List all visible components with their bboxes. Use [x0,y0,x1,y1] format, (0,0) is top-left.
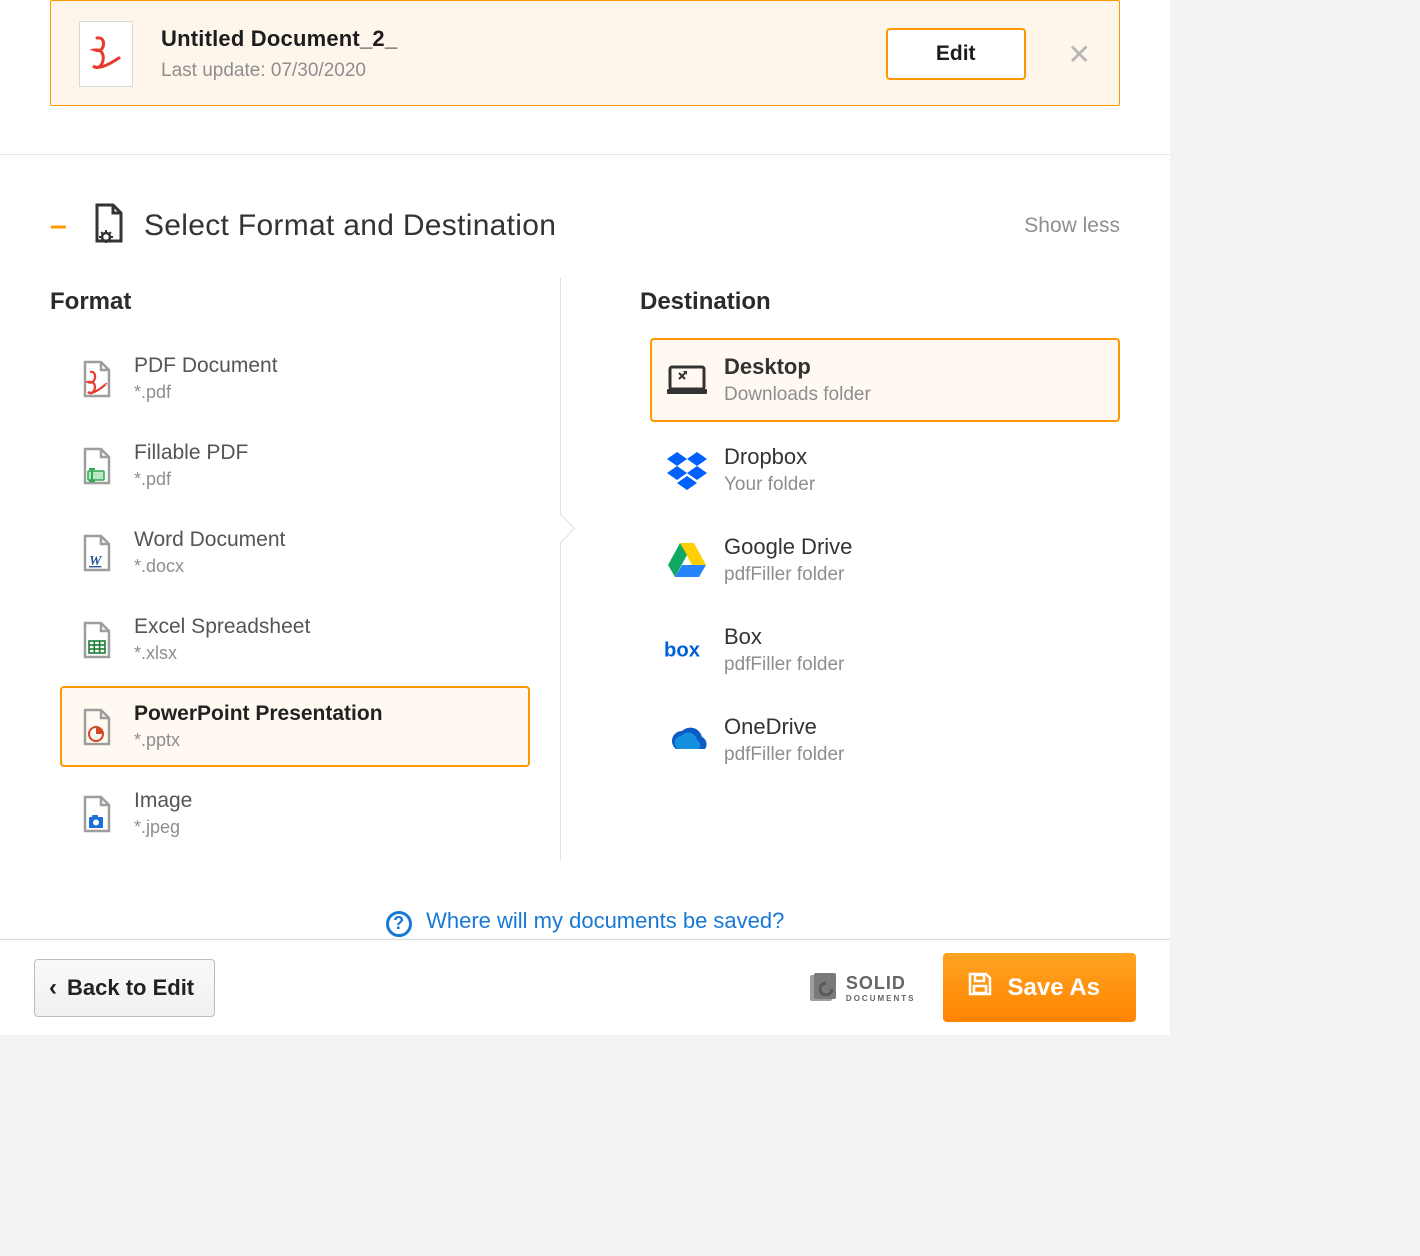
fillable-pdf-icon [74,447,120,485]
destination-option-desktop[interactable]: Desktop Downloads folder [650,338,1120,422]
back-to-edit-button[interactable]: ‹ Back to Edit [34,959,215,1017]
onedrive-icon [664,725,710,755]
close-icon[interactable]: ✕ [1068,38,1091,71]
destination-option-sub: pdfFiller folder [724,564,852,586]
destination-option-label: Desktop [724,354,871,380]
destination-option-sub: Your folder [724,474,815,496]
format-option-ext: *.xlsx [134,643,310,664]
destination-option-onedrive[interactable]: OneDrive pdfFiller folder [650,698,1120,782]
save-icon [967,971,993,1004]
destination-option-sub: pdfFiller folder [724,654,844,676]
format-option-label: PDF Document [134,354,278,378]
pdf-file-icon [79,21,133,87]
section-title: Select Format and Destination [144,209,556,243]
format-option-label: Word Document [134,528,285,552]
destination-option-label: Box [724,624,844,650]
format-option-ext: *.pdf [134,382,278,403]
format-option-image[interactable]: Image *.jpeg [60,773,530,854]
destination-option-sub: Downloads folder [724,384,871,406]
word-icon: W [74,534,120,572]
destination-option-box[interactable]: box Box pdfFiller folder [650,608,1120,692]
powerpoint-icon [74,708,120,746]
dropbox-icon [664,450,710,490]
google-drive-icon [664,541,710,579]
destination-option-dropbox[interactable]: Dropbox Your folder [650,428,1120,512]
svg-text:W: W [89,554,103,569]
destination-option-label: Dropbox [724,444,815,470]
box-icon: box [664,635,710,665]
format-option-ext: *.docx [134,556,285,577]
format-option-pdf[interactable]: PDF Document *.pdf [60,338,530,419]
document-last-update: Last update: 07/30/2020 [161,60,886,82]
edit-button[interactable]: Edit [886,28,1026,80]
pdf-icon [74,360,120,398]
excel-icon [74,621,120,659]
help-link[interactable]: Where will my documents be saved? [426,908,784,933]
save-as-button[interactable]: Save As [943,953,1136,1022]
format-option-label: PowerPoint Presentation [134,702,383,726]
format-option-label: Excel Spreadsheet [134,615,310,639]
destination-heading: Destination [640,288,1120,316]
show-less-link[interactable]: Show less [1024,214,1120,238]
help-icon: ? [386,911,412,937]
destination-option-label: OneDrive [724,714,844,740]
format-option-label: Image [134,789,192,813]
format-option-ext: *.jpeg [134,817,192,838]
format-option-label: Fillable PDF [134,441,248,465]
image-icon [74,795,120,833]
format-option-excel[interactable]: Excel Spreadsheet *.xlsx [60,599,530,680]
format-option-fillable[interactable]: Fillable PDF *.pdf [60,425,530,506]
collapse-icon[interactable]: – [50,209,74,243]
footer-bar: ‹ Back to Edit SOLID DOCUMENTS [0,939,1170,1035]
section-header: – Select Format and Destination Show les… [0,155,1170,268]
format-option-word[interactable]: W Word Document *.docx [60,512,530,593]
document-title: Untitled Document_2_ [161,26,886,52]
destination-option-label: Google Drive [724,534,852,560]
format-option-ext: *.pdf [134,469,248,490]
file-gear-icon [92,203,126,248]
format-heading: Format [50,288,530,316]
destination-option-sub: pdfFiller folder [724,744,844,766]
chevron-left-icon: ‹ [49,974,57,1002]
desktop-icon [664,363,710,397]
solid-documents-logo: SOLID DOCUMENTS [806,971,916,1005]
format-option-powerpoint[interactable]: PowerPoint Presentation *.pptx [60,686,530,767]
format-option-ext: *.pptx [134,730,383,751]
svg-text:box: box [664,639,701,661]
document-banner: Untitled Document_2_ Last update: 07/30/… [50,0,1120,106]
destination-option-gdrive[interactable]: Google Drive pdfFiller folder [650,518,1120,602]
column-separator [560,278,561,860]
